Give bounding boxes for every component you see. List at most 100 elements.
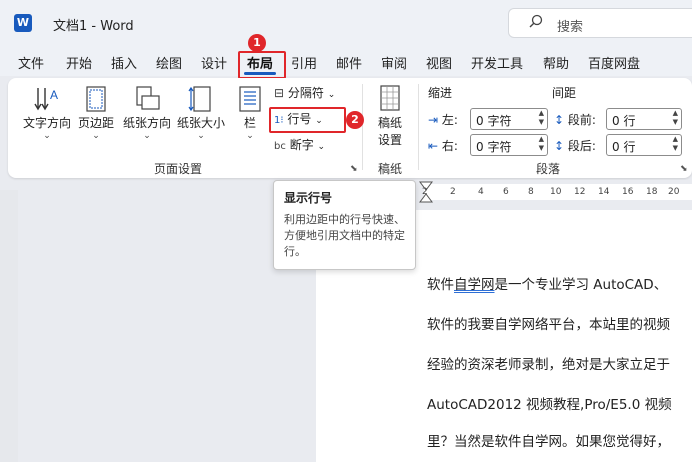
group-label-paragraph: 段落 <box>536 162 561 176</box>
tooltip-body: 利用边距中的行号快速、方便地引用文档中的特定行。 <box>284 213 405 258</box>
document-line[interactable]: AutoCAD2012 视频教程,Pro/E5.0 视频 <box>427 393 692 413</box>
document-line[interactable]: 里？当然是软件自学网。如果您觉得好， <box>427 430 692 450</box>
spinner-arrows-icon[interactable]: ▲ ▼ <box>673 135 678 153</box>
text-direction-button[interactable]: A 文字方向 ⌄ <box>20 84 74 141</box>
line-text: 经验的资深老师录制，绝对是大家立足于 <box>427 357 670 373</box>
tab-design[interactable]: 设计 <box>201 53 227 72</box>
spacing-before-icon: ↕ <box>554 113 565 127</box>
document-title: 文档1 - Word <box>53 19 134 34</box>
tab-help[interactable]: 帮助 <box>543 53 569 72</box>
hyphenation-label: 断字 <box>289 138 314 152</box>
group-separator <box>362 84 363 170</box>
spacing-after-input[interactable]: 0 行 ▲ ▼ <box>606 134 682 156</box>
chevron-down-icon: ⌄ <box>92 131 100 141</box>
columns-button[interactable]: 栏 ⌄ <box>236 84 264 141</box>
spacing-header: 间距 <box>552 86 577 100</box>
ruler-tick: 2 <box>450 187 456 197</box>
indent-left-row: ⇥ 左: <box>428 111 458 128</box>
ruler-tick: 14 <box>598 187 610 197</box>
tab-home[interactable]: 开始 <box>66 53 92 72</box>
tab-references[interactable]: 引用 <box>291 53 317 72</box>
margins-icon <box>86 86 106 112</box>
indent-right-label: 右: <box>441 139 458 153</box>
title-bar: W 文档1 - Word 搜索 <box>0 0 692 46</box>
spellcheck-word: 自学网 <box>454 277 495 293</box>
tab-insert[interactable]: 插入 <box>111 53 137 72</box>
group-label-page-setup: 页面设置 <box>154 162 203 176</box>
text-direction-label: 文字方向 <box>22 116 71 130</box>
step-badge-2: 2 <box>346 111 364 129</box>
ruler-tick: 6 <box>503 187 509 197</box>
search-box[interactable]: 搜索 <box>508 8 692 38</box>
vertical-ruler <box>0 190 18 462</box>
spacing-before-label: 段前: <box>567 113 596 127</box>
step-badge-1: 1 <box>248 34 266 52</box>
indent-left-label: 左: <box>441 113 458 127</box>
ruler-tick: 4 <box>478 187 484 197</box>
spacing-after-label: 段后: <box>567 139 596 153</box>
manuscript-label-line1: 稿纸 <box>377 116 402 130</box>
tab-baidu-netdisk[interactable]: 百度网盘 <box>588 53 640 72</box>
line-text: AutoCAD2012 视频教程,Pro/E5.0 视频 <box>427 397 672 413</box>
highlight-box-line-numbers <box>269 107 346 133</box>
spacing-before-input[interactable]: 0 行 ▲ ▼ <box>606 108 682 130</box>
ribbon-tabs: 文件 开始 插入 绘图 设计 布局 引用 邮件 审阅 视图 开发工具 帮助 百度… <box>0 46 692 76</box>
line-numbers-tooltip: 显示行号 利用边距中的行号快速、方便地引用文档中的特定行。 <box>273 180 416 270</box>
indent-left-input[interactable]: 0 字符 ▲ ▼ <box>470 108 548 130</box>
ruler-tick: 16 <box>622 187 634 197</box>
ruler-tick: 10 <box>550 187 562 197</box>
indent-left-value: 0 字符 <box>476 114 512 128</box>
ruler-tick: 18 <box>646 187 658 197</box>
chevron-down-icon: ⌄ <box>143 131 151 141</box>
tab-mailings[interactable]: 邮件 <box>336 53 362 72</box>
orientation-button[interactable]: 纸张方向 ⌄ <box>120 84 174 141</box>
spacing-after-value: 0 行 <box>612 140 636 154</box>
orientation-icon <box>136 86 160 110</box>
spinner-arrows-icon[interactable]: ▲ ▼ <box>673 109 678 127</box>
spacing-before-row: ↕ 段前: <box>554 111 596 128</box>
spinner-arrows-icon[interactable]: ▲ ▼ <box>539 135 544 153</box>
chevron-down-icon: ⌄ <box>246 131 254 141</box>
size-label: 纸张大小 <box>176 116 225 130</box>
size-button[interactable]: 纸张大小 ⌄ <box>174 84 228 141</box>
chevron-down-icon: ⌄ <box>43 131 51 141</box>
breaks-button[interactable]: ⊟ 分隔符 ⌄ <box>274 84 335 101</box>
indent-left-icon: ⇥ <box>428 113 439 127</box>
hyphenation-button[interactable]: bc 断字 ⌄ <box>274 136 325 153</box>
manuscript-settings-button[interactable]: 稿纸 设置 <box>370 84 410 148</box>
indent-right-row: ⇤ 右: <box>428 137 458 154</box>
spinner-arrows-icon[interactable]: ▲ ▼ <box>539 109 544 127</box>
page-setup-launcher-icon[interactable]: ⬊ <box>350 164 358 174</box>
tab-view[interactable]: 视图 <box>426 53 452 72</box>
spacing-after-icon: ↕ <box>554 139 565 153</box>
line-text: 软件的我要自学网络平台，本站里的视频 <box>427 317 670 333</box>
ruler-tick: 8 <box>528 187 534 197</box>
hyphenation-icon: bc <box>274 141 286 152</box>
document-line[interactable]: 软件的我要自学网络平台，本站里的视频 <box>427 313 692 333</box>
line-text: 软件 <box>427 277 454 293</box>
document-line[interactable]: 软件自学网是一个专业学习 AutoCAD、 <box>427 273 692 293</box>
paper-size-icon <box>188 86 211 112</box>
tab-file[interactable]: 文件 <box>18 53 44 72</box>
paragraph-launcher-icon[interactable]: ⬊ <box>680 164 688 174</box>
indent-right-icon: ⇤ <box>428 139 439 153</box>
document-line[interactable]: 经验的资深老师录制，绝对是大家立足于 <box>427 353 692 373</box>
indent-right-value: 0 字符 <box>476 140 512 154</box>
text-direction-icon: A <box>34 88 58 111</box>
indent-right-input[interactable]: 0 字符 ▲ ▼ <box>470 134 548 156</box>
tab-draw[interactable]: 绘图 <box>156 53 182 72</box>
chevron-down-icon: ⌄ <box>197 131 205 141</box>
ruler-tick: 12 <box>574 187 586 197</box>
chevron-down-icon: ⌄ <box>317 142 326 152</box>
margins-button[interactable]: 页边距 ⌄ <box>76 84 116 141</box>
svg-text:A: A <box>50 88 58 102</box>
tab-review[interactable]: 审阅 <box>381 53 407 72</box>
tab-developer[interactable]: 开发工具 <box>471 53 523 72</box>
line-text: 是一个专业学习 AutoCAD、 <box>494 277 668 293</box>
group-label-manuscript: 稿纸 <box>378 162 403 176</box>
word-logo-icon: W <box>14 14 32 32</box>
manuscript-label-line2: 设置 <box>377 133 402 147</box>
group-separator <box>418 84 419 170</box>
spacing-after-row: ↕ 段后: <box>554 137 596 154</box>
margins-label: 页边距 <box>77 116 114 130</box>
